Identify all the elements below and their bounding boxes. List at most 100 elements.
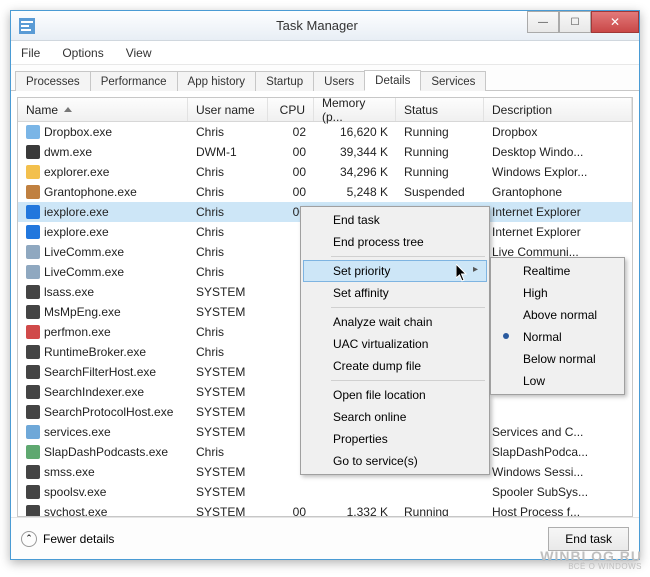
table-row[interactable]: Grantophone.exeChris005,248 KSuspendedGr… [18, 182, 632, 202]
watermark-sub: ВСЁ О WINDOWS [540, 563, 642, 571]
process-name: lsass.exe [44, 285, 94, 299]
minimize-button[interactable]: — [527, 11, 559, 33]
ctx-end-process-tree[interactable]: End process tree [303, 231, 487, 253]
priority-high[interactable]: High [493, 282, 622, 304]
cell-user: SYSTEM [188, 405, 268, 419]
process-name: SearchFilterHost.exe [44, 365, 156, 379]
cell-user: Chris [188, 325, 268, 339]
tab-processes[interactable]: Processes [15, 71, 91, 91]
col-status[interactable]: Status [396, 98, 484, 121]
col-description[interactable]: Description [484, 98, 632, 121]
cell-user: Chris [188, 165, 268, 179]
cell-user: Chris [188, 445, 268, 459]
cell-description: Internet Explorer [484, 225, 632, 239]
process-icon [26, 345, 40, 359]
process-name: LiveComm.exe [44, 265, 124, 279]
process-name: MsMpEng.exe [44, 305, 121, 319]
tab-users[interactable]: Users [313, 71, 365, 91]
cell-cpu: 00 [268, 145, 314, 159]
priority-above-normal[interactable]: Above normal [493, 304, 622, 326]
menu-file[interactable]: File [17, 44, 44, 62]
ctx-properties[interactable]: Properties [303, 428, 487, 450]
tab-services[interactable]: Services [420, 71, 486, 91]
cell-user: Chris [188, 125, 268, 139]
cell-status: Running [396, 125, 484, 139]
ctx-search-online[interactable]: Search online [303, 406, 487, 428]
process-icon [26, 265, 40, 279]
ctx-set-affinity[interactable]: Set affinity [303, 282, 487, 304]
maximize-button[interactable]: ☐ [559, 11, 591, 33]
cell-user: Chris [188, 265, 268, 279]
tab-startup[interactable]: Startup [255, 71, 314, 91]
process-icon [26, 165, 40, 179]
cell-cpu: 02 [268, 125, 314, 139]
end-task-button[interactable]: End task [548, 527, 629, 551]
process-name: iexplore.exe [44, 225, 109, 239]
col-memory[interactable]: Memory (p... [314, 98, 396, 121]
close-button[interactable]: ✕ [591, 11, 639, 33]
process-name: iexplore.exe [44, 205, 109, 219]
priority-normal[interactable]: Normal [493, 326, 622, 348]
table-row[interactable]: spoolsv.exeSYSTEMSpooler SubSys... [18, 482, 632, 502]
priority-submenu: RealtimeHighAbove normalNormalBelow norm… [490, 257, 625, 395]
priority-low[interactable]: Low [493, 370, 622, 392]
process-name: SlapDashPodcasts.exe [44, 445, 168, 459]
ctx-analyze-wait-chain[interactable]: Analyze wait chain [303, 311, 487, 333]
process-icon [26, 145, 40, 159]
cell-user: Chris [188, 185, 268, 199]
process-icon [26, 425, 40, 439]
menu-view[interactable]: View [122, 44, 156, 62]
ctx-set-priority[interactable]: Set priority [303, 260, 487, 282]
titlebar: Task Manager — ☐ ✕ [11, 11, 639, 41]
menu-options[interactable]: Options [58, 44, 107, 62]
process-name: explorer.exe [44, 165, 109, 179]
process-name: services.exe [44, 425, 111, 439]
cell-description: Grantophone [484, 185, 632, 199]
process-icon [26, 125, 40, 139]
col-name[interactable]: Name [18, 98, 188, 121]
table-header: Name User name CPU Memory (p... Status D… [18, 98, 632, 122]
process-icon [26, 285, 40, 299]
tab-details[interactable]: Details [364, 70, 421, 91]
ctx-uac-virtualization[interactable]: UAC virtualization [303, 333, 487, 355]
cell-cpu: 00 [268, 185, 314, 199]
table-row[interactable]: Dropbox.exeChris0216,620 KRunningDropbox [18, 122, 632, 142]
priority-below-normal[interactable]: Below normal [493, 348, 622, 370]
process-icon [26, 385, 40, 399]
cell-status: Running [396, 145, 484, 159]
ctx-go-to-service-s-[interactable]: Go to service(s) [303, 450, 487, 472]
table-row[interactable]: explorer.exeChris0034,296 KRunningWindow… [18, 162, 632, 182]
process-icon [26, 405, 40, 419]
chevron-up-icon: ⌃ [21, 531, 37, 547]
cell-status: Running [396, 165, 484, 179]
table-row[interactable]: svchost.exeSYSTEM001,332 KRunningHost Pr… [18, 502, 632, 516]
ctx-end-task[interactable]: End task [303, 209, 487, 231]
cell-description: Desktop Windo... [484, 145, 632, 159]
cell-status: Running [396, 505, 484, 516]
cell-user: DWM-1 [188, 145, 268, 159]
process-icon [26, 185, 40, 199]
bullet-icon [503, 333, 509, 339]
col-cpu[interactable]: CPU [268, 98, 314, 121]
cell-memory: 39,344 K [314, 145, 396, 159]
tab-performance[interactable]: Performance [90, 71, 178, 91]
cell-cpu: 00 [268, 165, 314, 179]
process-icon [26, 245, 40, 259]
cell-memory: 34,296 K [314, 165, 396, 179]
cell-user: SYSTEM [188, 285, 268, 299]
col-user[interactable]: User name [188, 98, 268, 121]
cell-user: SYSTEM [188, 505, 268, 516]
ctx-create-dump-file[interactable]: Create dump file [303, 355, 487, 377]
process-icon [26, 485, 40, 499]
fewer-details-toggle[interactable]: ⌃ Fewer details [21, 531, 114, 547]
cell-user: SYSTEM [188, 305, 268, 319]
cell-user: Chris [188, 225, 268, 239]
context-menu: End taskEnd process tree Set prioritySet … [300, 206, 490, 475]
ctx-open-file-location[interactable]: Open file location [303, 384, 487, 406]
process-icon [26, 225, 40, 239]
tab-app-history[interactable]: App history [177, 71, 257, 91]
priority-realtime[interactable]: Realtime [493, 260, 622, 282]
cell-user: Chris [188, 245, 268, 259]
table-row[interactable]: dwm.exeDWM-10039,344 KRunningDesktop Win… [18, 142, 632, 162]
cell-description: Windows Sessi... [484, 465, 632, 479]
